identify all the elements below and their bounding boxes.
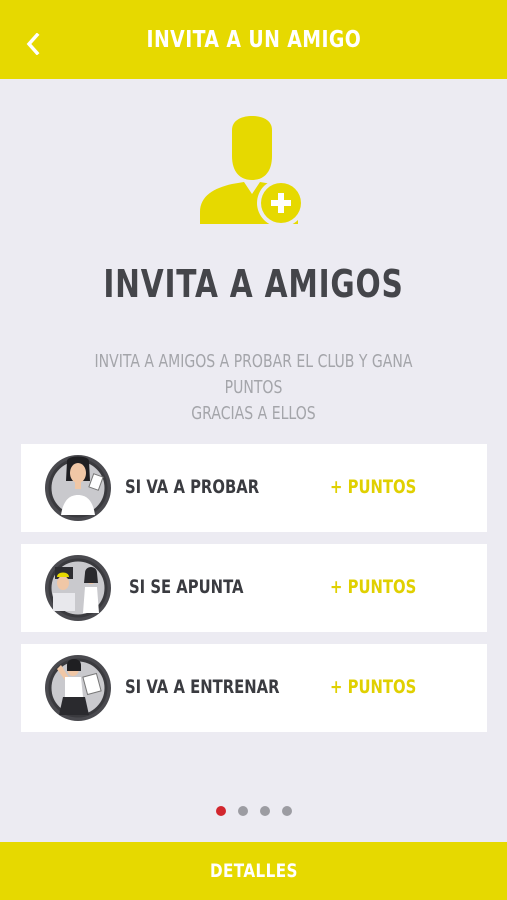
page-dot-3[interactable]: [259, 806, 270, 816]
reward-card-trial[interactable]: SI VA A PROBAR + PUNTOS: [21, 444, 487, 532]
reward-points: + PUNTOS: [330, 476, 417, 498]
reward-card-training[interactable]: SI VA A ENTRENAR + PUNTOS: [21, 644, 487, 732]
reward-label: SI VA A PROBAR: [125, 476, 260, 498]
page-dot-2[interactable]: [237, 806, 248, 816]
section-subtitle: INVITA A AMIGOS A PROBAR EL CLUB Y GANA …: [87, 349, 420, 427]
page-dot-1[interactable]: [215, 806, 226, 816]
invite-screen: INVITA A UN AMIGO INVITA A AMIGOS INVITA…: [0, 0, 507, 900]
reward-label: SI SE APUNTA: [129, 576, 244, 598]
subtitle-line-2: GRACIAS A ELLOS: [191, 403, 316, 424]
top-bar: INVITA A UN AMIGO: [0, 0, 507, 79]
back-button[interactable]: [18, 27, 48, 61]
reward-points: + PUNTOS: [330, 676, 417, 698]
chevron-left-icon: [26, 33, 40, 55]
page-dot-4[interactable]: [281, 806, 292, 816]
page-title: INVITA A UN AMIGO: [146, 26, 361, 53]
add-user-icon: [200, 116, 305, 227]
trial-avatar-icon: [45, 455, 111, 521]
subtitle-line-1: INVITA A AMIGOS A PROBAR EL CLUB Y GANA …: [94, 351, 413, 398]
page-indicator: [0, 806, 507, 816]
training-avatar-icon: [45, 655, 111, 721]
details-label: DETALLES: [209, 860, 298, 882]
reward-points: + PUNTOS: [330, 576, 417, 598]
reward-label: SI VA A ENTRENAR: [125, 676, 280, 698]
reward-card-signup[interactable]: SI SE APUNTA + PUNTOS: [21, 544, 487, 632]
signup-avatar-icon: [45, 555, 111, 621]
section-title: INVITA A AMIGOS: [103, 262, 404, 306]
details-button[interactable]: DETALLES: [0, 842, 507, 900]
